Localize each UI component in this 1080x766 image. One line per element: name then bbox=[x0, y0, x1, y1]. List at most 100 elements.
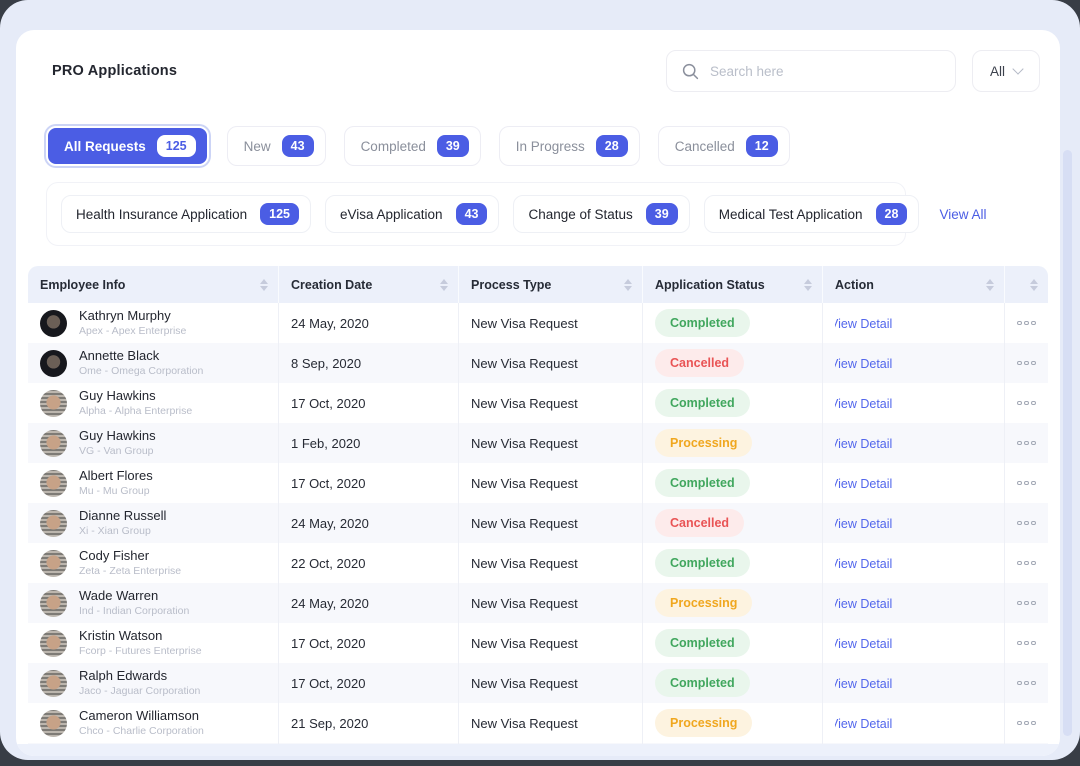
sort-icon[interactable] bbox=[440, 279, 448, 291]
view-detail-link[interactable]: View Detail bbox=[835, 637, 892, 651]
creation-date: 24 May, 2020 bbox=[291, 316, 369, 331]
more-options-icon[interactable] bbox=[1013, 557, 1040, 570]
view-detail-link[interactable]: View Detail bbox=[835, 397, 892, 411]
more-options-icon[interactable] bbox=[1013, 357, 1040, 370]
action-cell: View Detail bbox=[822, 463, 1004, 503]
more-options-icon[interactable] bbox=[1013, 637, 1040, 650]
view-detail-link[interactable]: View Detail bbox=[835, 437, 892, 451]
sort-icon[interactable] bbox=[804, 279, 812, 291]
chip-count-badge: 28 bbox=[876, 203, 908, 225]
table-row: Cameron Williamson Chco - Charlie Corpor… bbox=[28, 703, 1048, 743]
vertical-scrollbar[interactable] bbox=[1063, 150, 1072, 736]
sort-icon[interactable] bbox=[986, 279, 994, 291]
row-menu-cell bbox=[1004, 623, 1048, 663]
status-badge: Completed bbox=[655, 629, 750, 657]
process-type-chip[interactable]: Medical Test Application 28 bbox=[704, 195, 920, 233]
table-row: Ralph Edwards Jaco - Jaguar Corporation … bbox=[28, 663, 1048, 703]
sort-icon[interactable] bbox=[260, 279, 268, 291]
process-type-cell: New Visa Request bbox=[458, 623, 642, 663]
column-header-process-type[interactable]: Process Type bbox=[458, 266, 642, 303]
more-options-icon[interactable] bbox=[1013, 717, 1040, 730]
creation-date: 1 Feb, 2020 bbox=[291, 436, 360, 451]
employee-name: Cody Fisher bbox=[79, 548, 181, 564]
content-card: PRO Applications All All Requests 125 bbox=[16, 30, 1060, 756]
employee-company: Xi - Xian Group bbox=[79, 525, 166, 538]
row-menu-cell bbox=[1004, 703, 1048, 743]
more-options-icon[interactable] bbox=[1013, 517, 1040, 530]
process-type-cell: New Visa Request bbox=[458, 703, 642, 743]
request-tab[interactable]: New 43 bbox=[227, 126, 326, 166]
process-type-cell: New Visa Request bbox=[458, 343, 642, 383]
process-type-chip[interactable]: Change of Status 39 bbox=[513, 195, 689, 233]
employee-company: Jaco - Jaguar Corporation bbox=[79, 685, 200, 698]
view-detail-link[interactable]: View Detail bbox=[835, 317, 892, 331]
employee-info-cell: Ralph Edwards Jaco - Jaguar Corporation bbox=[28, 663, 278, 703]
creation-date-cell: 1 Feb, 2020 bbox=[278, 423, 458, 463]
creation-date-cell: 17 Oct, 2020 bbox=[278, 463, 458, 503]
status-badge: Completed bbox=[655, 389, 750, 417]
column-header-menu[interactable] bbox=[1004, 266, 1048, 303]
view-detail-link[interactable]: View Detail bbox=[835, 517, 892, 531]
avatar bbox=[40, 550, 67, 577]
search-bar[interactable] bbox=[666, 50, 956, 92]
view-detail-link[interactable]: View Detail bbox=[835, 477, 892, 491]
view-detail-link[interactable]: View Detail bbox=[835, 717, 892, 731]
request-tab[interactable]: Completed 39 bbox=[344, 126, 481, 166]
column-header-application-status[interactable]: Application Status bbox=[642, 266, 822, 303]
app-window: PRO Applications All All Requests 125 bbox=[0, 0, 1080, 760]
table-row: Wade Warren Ind - Indian Corporation 24 … bbox=[28, 583, 1048, 623]
status-badge: Processing bbox=[655, 429, 752, 457]
process-type: New Visa Request bbox=[471, 396, 578, 411]
column-label: Employee Info bbox=[40, 278, 125, 292]
more-options-icon[interactable] bbox=[1013, 477, 1040, 490]
column-label: Action bbox=[835, 278, 874, 292]
creation-date: 17 Oct, 2020 bbox=[291, 636, 365, 651]
page-title: PRO Applications bbox=[52, 63, 177, 79]
avatar bbox=[40, 710, 67, 737]
application-status-cell: Processing bbox=[642, 423, 822, 463]
application-status-cell: Completed bbox=[642, 623, 822, 663]
view-detail-link[interactable]: View Detail bbox=[835, 597, 892, 611]
employee-name: Albert Flores bbox=[79, 468, 153, 484]
filter-dropdown[interactable]: All bbox=[972, 50, 1040, 92]
view-detail-link[interactable]: View Detail bbox=[835, 677, 892, 691]
view-all-link[interactable]: View All bbox=[939, 207, 986, 222]
process-type-chip[interactable]: Health Insurance Application 125 bbox=[61, 195, 311, 233]
creation-date-cell: 24 May, 2020 bbox=[278, 503, 458, 543]
employee-company: Mu - Mu Group bbox=[79, 485, 153, 498]
creation-date-cell: 24 May, 2020 bbox=[278, 583, 458, 623]
status-badge: Completed bbox=[655, 669, 750, 697]
employee-company: Ind - Indian Corporation bbox=[79, 605, 189, 618]
more-options-icon[interactable] bbox=[1013, 317, 1040, 330]
column-header-creation-date[interactable]: Creation Date bbox=[278, 266, 458, 303]
tab-count-badge: 43 bbox=[282, 135, 314, 157]
more-options-icon[interactable] bbox=[1013, 597, 1040, 610]
employee-name: Guy Hawkins bbox=[79, 428, 156, 444]
action-cell: View Detail bbox=[822, 583, 1004, 623]
creation-date-cell: 17 Oct, 2020 bbox=[278, 383, 458, 423]
sort-icon[interactable] bbox=[1030, 279, 1038, 291]
more-options-icon[interactable] bbox=[1013, 677, 1040, 690]
sort-icon[interactable] bbox=[624, 279, 632, 291]
column-header-employee-info[interactable]: Employee Info bbox=[28, 266, 278, 303]
application-status-cell: Completed bbox=[642, 663, 822, 703]
process-type-chip[interactable]: eVisa Application 43 bbox=[325, 195, 499, 233]
column-header-action[interactable]: Action bbox=[822, 266, 1004, 303]
view-detail-link[interactable]: View Detail bbox=[835, 357, 892, 371]
request-tab[interactable]: Cancelled 12 bbox=[658, 126, 790, 166]
application-status-cell: Completed bbox=[642, 383, 822, 423]
employee-company: Chco - Charlie Corporation bbox=[79, 725, 204, 738]
avatar bbox=[40, 430, 67, 457]
more-options-icon[interactable] bbox=[1013, 397, 1040, 410]
avatar bbox=[40, 510, 67, 537]
tab-count-badge: 125 bbox=[157, 135, 196, 157]
request-tab[interactable]: All Requests 125 bbox=[46, 126, 209, 166]
application-status-cell: Processing bbox=[642, 703, 822, 743]
search-input[interactable] bbox=[710, 64, 940, 79]
view-detail-link[interactable]: View Detail bbox=[835, 557, 892, 571]
creation-date-cell: 8 Sep, 2020 bbox=[278, 343, 458, 383]
more-options-icon[interactable] bbox=[1013, 437, 1040, 450]
process-type-cell: New Visa Request bbox=[458, 503, 642, 543]
request-tab[interactable]: In Progress 28 bbox=[499, 126, 640, 166]
process-type-cell: New Visa Request bbox=[458, 463, 642, 503]
